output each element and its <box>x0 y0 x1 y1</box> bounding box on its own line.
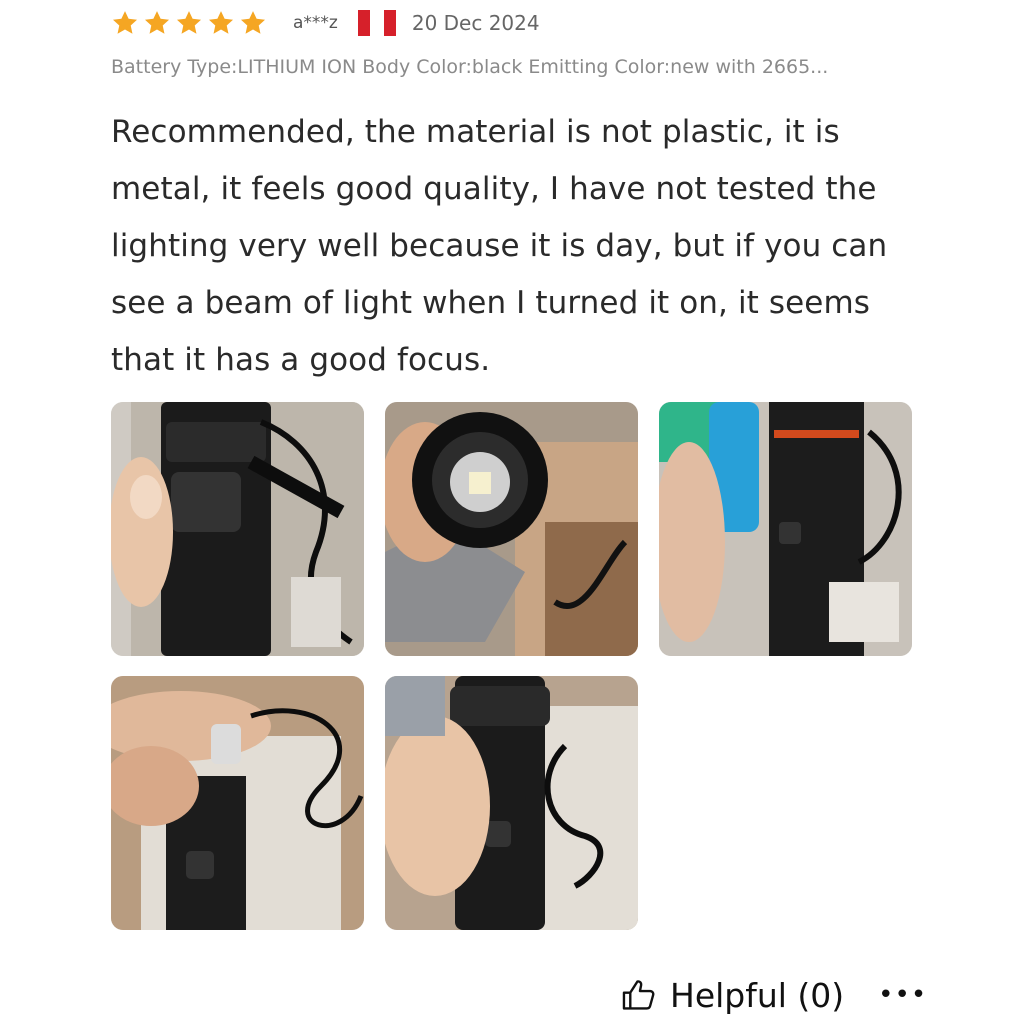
star-icon <box>240 11 266 34</box>
more-options-icon[interactable]: ••• <box>878 980 927 1010</box>
review-photo[interactable] <box>659 402 912 656</box>
review-footer: Helpful (0) ••• <box>620 970 927 1020</box>
helpful-label: Helpful (0) <box>670 975 845 1015</box>
review-photo[interactable] <box>111 402 364 656</box>
country-flag-icon <box>357 10 396 36</box>
review-date: 20 Dec 2024 <box>411 11 540 35</box>
star-icon <box>176 11 202 34</box>
star-rating <box>111 9 267 37</box>
review-photo[interactable] <box>385 676 638 930</box>
review-text: Recommended, the material is not plastic… <box>111 114 888 378</box>
review-photo[interactable] <box>111 676 364 930</box>
product-attributes: Battery Type:LITHIUM ION Body Color:blac… <box>111 56 829 78</box>
star-icon <box>144 11 170 34</box>
thumbs-up-icon <box>622 980 655 1010</box>
reviewer-name: a***z <box>293 13 338 33</box>
review-header: a***z 20 Dec 2024 <box>111 8 540 38</box>
star-icon <box>112 11 138 34</box>
star-icon <box>208 11 234 34</box>
review-photo[interactable] <box>385 402 638 656</box>
helpful-button[interactable]: Helpful (0) <box>620 976 844 1015</box>
